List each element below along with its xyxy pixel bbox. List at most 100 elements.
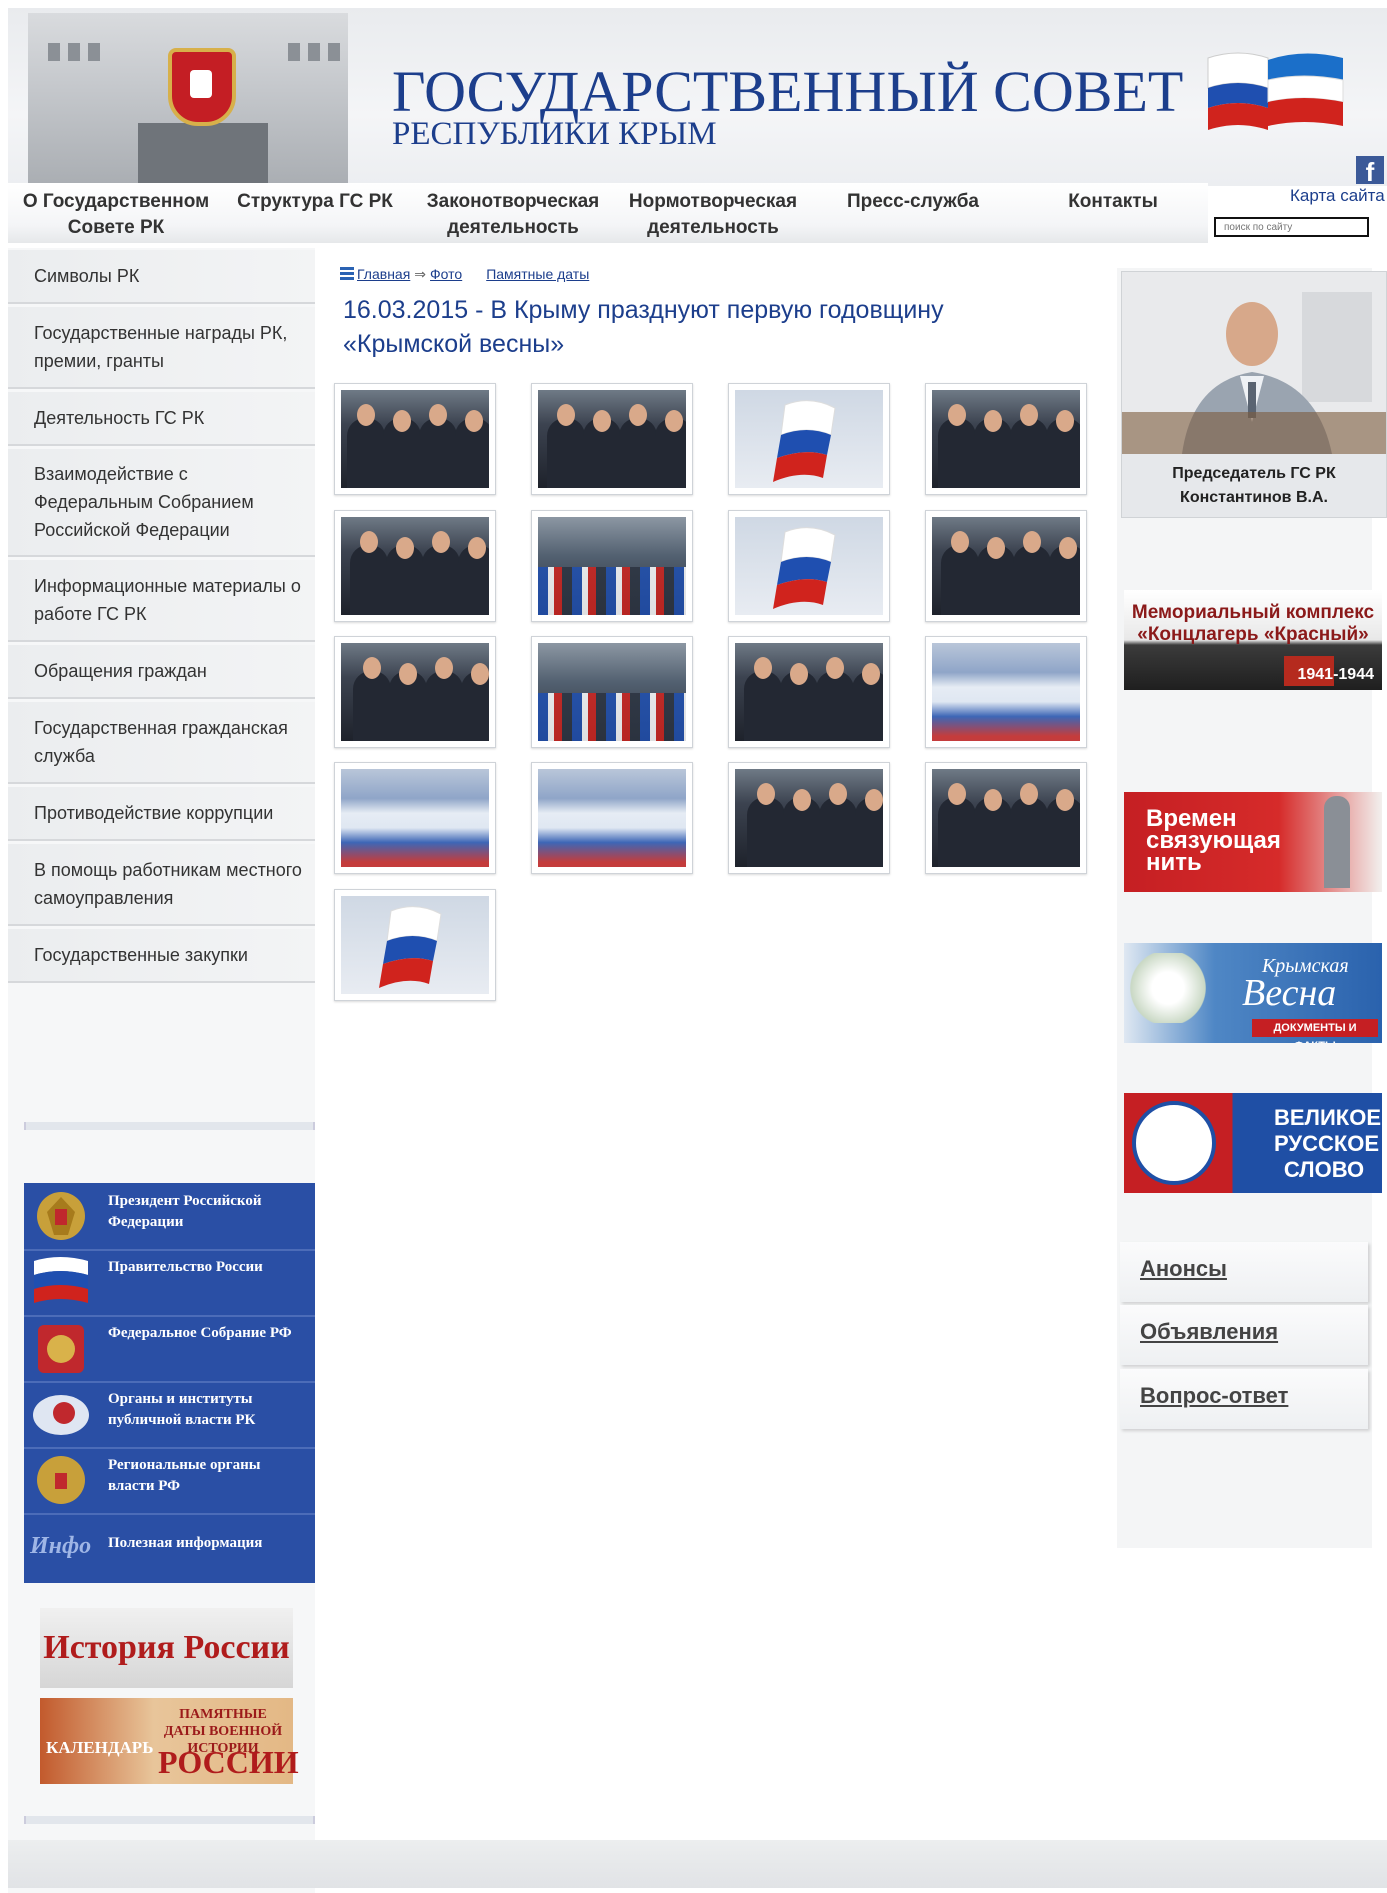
gallery-thumbnail[interactable] xyxy=(925,383,1087,495)
waving-flag-shape xyxy=(773,527,836,609)
times-link-banner[interactable]: Времен связующая нить xyxy=(1124,792,1382,892)
sidebar-item-appeals[interactable]: Обращения граждан xyxy=(8,645,315,697)
sitemap-link[interactable]: Карта сайта xyxy=(1290,186,1385,206)
link-federal-assembly[interactable]: Федеральное Собрание РФ xyxy=(24,1315,315,1383)
photo-image xyxy=(341,643,489,741)
link-government[interactable]: Правительство России xyxy=(24,1249,315,1317)
person-head-shape xyxy=(1059,537,1077,559)
person-shape xyxy=(938,418,976,488)
gallery-thumbnail[interactable] xyxy=(728,636,890,748)
sidebar-item-civil-service[interactable]: Государственная гражданская служба xyxy=(8,702,315,782)
gallery-thumbnail[interactable] xyxy=(728,510,890,622)
gallery-thumbnail[interactable] xyxy=(334,510,496,622)
nav-label: Пресс-служба xyxy=(847,191,979,212)
person-shape xyxy=(350,545,388,615)
crimean-spring-banner[interactable]: Крымская Весна ДОКУМЕНТЫ И ФАКТЫ xyxy=(1124,943,1382,1043)
gallery-thumbnail[interactable] xyxy=(925,510,1087,622)
great-russian-word-banner-text: ВЕЛИКОЕ РУССКОЕ СЛОВО xyxy=(1274,1105,1381,1183)
sidebar-item-activity[interactable]: Деятельность ГС РК xyxy=(8,392,315,444)
sidebar-item-label: Взаимодействие с Федеральным Собранием Р… xyxy=(34,464,254,540)
crimean-spring-banner-title: Весна xyxy=(1242,972,1337,1014)
gallery-thumbnail[interactable] xyxy=(728,762,890,874)
gallery-thumbnail[interactable] xyxy=(925,762,1087,874)
photo-image xyxy=(735,390,883,488)
banner-line: РУССКОЕ xyxy=(1274,1131,1380,1156)
tab-announcements[interactable]: Анонсы xyxy=(1120,1242,1368,1302)
sidebar-item-awards[interactable]: Государственные награды РК, премии, гран… xyxy=(8,307,315,387)
link-useful-info[interactable]: Инфо Полезная информация xyxy=(24,1513,315,1579)
person-shape xyxy=(353,671,391,741)
chairman-block[interactable]: Председатель ГС РК Константинов В.А. xyxy=(1121,271,1387,518)
sidebar-item-info-materials[interactable]: Информационные материалы о работе ГС РК xyxy=(8,560,315,640)
banner-line: нить xyxy=(1146,849,1202,876)
gallery-thumbnail[interactable] xyxy=(728,383,890,495)
facebook-icon[interactable]: f xyxy=(1356,156,1384,187)
breadcrumb: Главная ⇒ Фото Памятные даты xyxy=(340,266,589,283)
breadcrumb-section[interactable]: Памятные даты xyxy=(486,266,589,282)
tab-notices[interactable]: Объявления xyxy=(1120,1305,1368,1365)
nav-item-structure[interactable]: Структура ГС РК xyxy=(230,189,400,215)
nav-item-about[interactable]: О Государственном Совете РК xyxy=(16,189,216,241)
photo-image xyxy=(341,769,489,867)
nav-item-contacts[interactable]: Контакты xyxy=(1038,189,1188,215)
photo-image xyxy=(932,517,1080,615)
gallery-thumbnail[interactable] xyxy=(925,636,1087,748)
gallery-thumbnail[interactable] xyxy=(531,510,693,622)
gallery-thumbnail[interactable] xyxy=(531,383,693,495)
gallery-thumbnail[interactable] xyxy=(334,762,496,874)
crowd-flags-shape xyxy=(538,567,686,615)
person-head-shape xyxy=(984,789,1002,811)
calendar-banner[interactable]: КАЛЕНДАРЬ ПАМЯТНЫЕ ДАТЫ ВОЕННОЙ ИСТОРИИ … xyxy=(40,1698,299,1784)
link-president[interactable]: Президент Российской Федерации xyxy=(24,1183,315,1251)
chairman-caption-line: Константинов В.А. xyxy=(1180,489,1328,506)
info-icon: Инфо xyxy=(30,1533,92,1559)
person-head-shape xyxy=(593,410,611,432)
person-head-shape xyxy=(754,657,772,679)
page: ГОСУДАРСТВЕННЫЙ СОВЕТ РЕСПУБЛИКИ КРЫМ f … xyxy=(0,0,1387,1893)
person-head-shape xyxy=(865,789,883,811)
memorial-banner[interactable]: Мемориальный комплекс «Концлагерь «Красн… xyxy=(1124,590,1382,690)
site-subtitle: РЕСПУБЛИКИ КРЫМ xyxy=(392,116,717,152)
sidebar-item-procurement[interactable]: Государственные закупки xyxy=(8,929,315,981)
tab-faq[interactable]: Вопрос-ответ xyxy=(1120,1369,1368,1429)
photo-image xyxy=(538,390,686,488)
person-head-shape xyxy=(465,410,483,432)
sidebar-item-anticorruption[interactable]: Противодействие коррупции xyxy=(8,787,315,839)
sidebar-item-symbols[interactable]: Символы РК xyxy=(8,250,315,302)
page-title: 16.03.2015 - В Крыму празднуют первую го… xyxy=(343,296,944,358)
photo-image xyxy=(932,390,1080,488)
history-of-russia-banner[interactable]: История России xyxy=(40,1608,293,1688)
sidebar-item-label: Государственные закупки xyxy=(34,945,248,965)
person-shape xyxy=(1010,418,1048,488)
person-shape xyxy=(619,418,657,488)
gallery-thumbnail[interactable] xyxy=(531,762,693,874)
breadcrumb-photo[interactable]: Фото xyxy=(430,266,462,282)
person-shape xyxy=(744,671,782,741)
great-russian-word-banner[interactable]: ВЕЛИКОЕ РУССКОЕ СЛОВО xyxy=(1124,1093,1382,1193)
gallery-thumbnail[interactable] xyxy=(334,636,496,748)
link-regional-authorities[interactable]: Региональные органы власти РФ xyxy=(24,1447,315,1515)
person-head-shape xyxy=(1020,783,1038,805)
nav-item-press[interactable]: Пресс-служба xyxy=(828,189,998,215)
nav-label: деятельность xyxy=(447,217,579,238)
gallery-thumbnail[interactable] xyxy=(334,383,496,495)
flower-shape xyxy=(1128,953,1208,1023)
breadcrumb-home[interactable]: Главная xyxy=(357,266,410,282)
search-input[interactable] xyxy=(1214,217,1369,237)
gallery-thumbnail[interactable] xyxy=(334,889,496,1001)
chairman-caption: Председатель ГС РК Константинов В.А. xyxy=(1128,462,1380,510)
nav-item-normative[interactable]: Нормотворческая деятельность xyxy=(618,189,808,241)
banner-line: Мемориальный комплекс xyxy=(1131,602,1375,623)
sidebar-item-local-government[interactable]: В помощь работникам местного самоуправле… xyxy=(8,844,315,924)
photo-image xyxy=(932,643,1080,741)
gallery-thumbnail[interactable] xyxy=(531,636,693,748)
official-links-block: Президент Российской Федерации Правитель… xyxy=(24,1183,315,1583)
person-shape xyxy=(1013,545,1051,615)
link-crimea-authorities[interactable]: Органы и институты публичной власти РК xyxy=(24,1381,315,1449)
nav-item-legislative[interactable]: Законотворческая деятельность xyxy=(418,189,608,241)
site-header: ГОСУДАРСТВЕННЫЙ СОВЕТ РЕСПУБЛИКИ КРЫМ xyxy=(8,8,1387,186)
person-head-shape xyxy=(826,657,844,679)
photo-image xyxy=(538,769,686,867)
sidebar-item-federal-assembly[interactable]: Взаимодействие с Федеральным Собранием Р… xyxy=(8,449,315,555)
nav-label: Законотворческая xyxy=(426,191,600,212)
